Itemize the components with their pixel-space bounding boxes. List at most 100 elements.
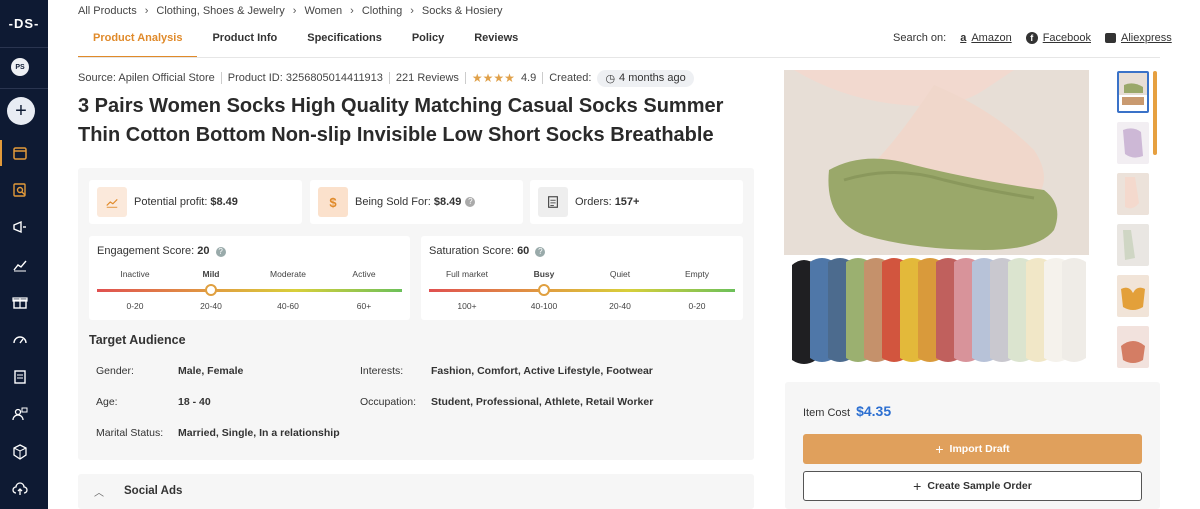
- import-draft-label: Import Draft: [949, 443, 1010, 455]
- engagement-gradient-bar: [97, 289, 402, 292]
- sold-for-card: $ Being Sold For: $8.49 ?: [310, 180, 523, 224]
- aliexpress-link[interactable]: Aliexpress: [1105, 32, 1172, 44]
- facebook-link[interactable]: f Facebook: [1025, 32, 1091, 44]
- saturation-gradient-bar: [429, 289, 735, 292]
- breadcrumb-item[interactable]: Clothing: [362, 5, 402, 17]
- app-logo[interactable]: -DS-: [0, 0, 48, 48]
- megaphone-icon[interactable]: [10, 217, 30, 237]
- breadcrumb-item[interactable]: Women: [304, 5, 342, 17]
- product-id: Product ID: 3256805014411913: [227, 72, 383, 84]
- created-badge: ◷ 4 months ago: [597, 69, 694, 87]
- facebook-link-label: Facebook: [1042, 32, 1091, 44]
- amazon-link[interactable]: a Amazon: [960, 32, 1011, 44]
- tab-specifications[interactable]: Specifications: [292, 26, 397, 58]
- orders-value: 157+: [614, 196, 640, 208]
- divider: [388, 72, 390, 84]
- profit-value: $8.49: [210, 196, 238, 208]
- source-store: Source: Apilen Official Store: [78, 72, 215, 84]
- clipboard-icon: [538, 187, 568, 217]
- range-label: 100+: [457, 301, 477, 311]
- import-draft-button[interactable]: + Import Draft: [803, 434, 1142, 464]
- breadcrumb: All Products › Clothing, Shoes & Jewelry…: [78, 5, 503, 17]
- range-label: 40-60: [277, 301, 299, 311]
- help-icon[interactable]: ?: [465, 197, 476, 207]
- sold-label: Being Sold For:: [355, 196, 431, 208]
- thumbnail[interactable]: [1117, 71, 1149, 113]
- divider: [542, 72, 544, 84]
- tab-product-info[interactable]: Product Info: [197, 26, 292, 58]
- aliexpress-icon: [1105, 33, 1116, 43]
- orders-card: Orders: 157+: [530, 180, 743, 224]
- influencer-icon[interactable]: [10, 404, 30, 424]
- rating-value: 4.9: [520, 72, 537, 84]
- tab-divider: [78, 57, 1160, 58]
- gender-label: Gender:: [96, 365, 134, 377]
- plus-icon: +: [913, 478, 922, 494]
- range-label: 20-40: [200, 301, 222, 311]
- package-icon[interactable]: [10, 442, 30, 462]
- plus-icon: +: [935, 441, 944, 457]
- trend-chart-icon: [97, 187, 127, 217]
- marital-status-label: Marital Status:: [96, 427, 164, 439]
- facebook-icon: f: [1025, 32, 1038, 44]
- help-icon[interactable]: ?: [535, 247, 546, 257]
- thumbnail-scrollbar[interactable]: [1153, 71, 1157, 155]
- store-icon[interactable]: [10, 143, 30, 163]
- level-label: Inactive: [120, 269, 150, 279]
- thumbnail[interactable]: [1117, 173, 1149, 215]
- tab-policy[interactable]: Policy: [397, 26, 459, 58]
- breadcrumb-item[interactable]: All Products: [78, 5, 137, 17]
- add-button[interactable]: +: [7, 97, 35, 125]
- create-sample-order-button[interactable]: + Create Sample Order: [803, 471, 1142, 501]
- level-label-selected: Mild: [202, 269, 220, 279]
- orders-label: Orders:: [575, 196, 612, 208]
- marital-status-value: Married, Single, In a relationship: [178, 427, 340, 439]
- product-main-image[interactable]: [784, 70, 1089, 370]
- level-label: Active: [352, 269, 376, 279]
- tab-product-analysis[interactable]: Product Analysis: [78, 26, 198, 58]
- gender-value: Male, Female: [178, 365, 244, 377]
- item-cost-label: Item Cost: [803, 407, 851, 419]
- saturation-marker: [538, 284, 550, 296]
- breadcrumb-item[interactable]: Clothing, Shoes & Jewelry: [156, 5, 284, 17]
- age-value: 18 - 40: [178, 396, 211, 408]
- range-label: 0-20: [688, 301, 706, 311]
- speedometer-icon[interactable]: [10, 329, 30, 349]
- thumbnail[interactable]: [1117, 275, 1149, 317]
- chevron-right-icon: ›: [292, 5, 297, 17]
- saturation-value: 60: [517, 245, 530, 257]
- rating-stars-icon: ★★★★: [471, 71, 515, 85]
- page-title: 3 Pairs Women Socks High Quality Matchin…: [78, 95, 724, 146]
- occupation-value: Student, Professional, Athlete, Retail W…: [431, 396, 654, 408]
- target-audience-title: Target Audience: [89, 333, 186, 347]
- thumbnail[interactable]: [1117, 326, 1149, 368]
- tab-reviews[interactable]: Reviews: [459, 26, 533, 58]
- chevron-up-icon[interactable]: ︿: [94, 484, 104, 499]
- thumbnail[interactable]: [1117, 122, 1149, 164]
- product-search-icon[interactable]: [10, 180, 30, 200]
- tab-bar: Product Analysis Product Info Specificat…: [78, 26, 533, 58]
- potential-profit-card: Potential profit: $8.49: [89, 180, 302, 224]
- breadcrumb-item[interactable]: Socks & Hosiery: [422, 5, 503, 17]
- thumbnail-strip: [1117, 71, 1149, 377]
- review-count[interactable]: 221 Reviews: [396, 72, 459, 84]
- amazon-link-label: Amazon: [971, 32, 1012, 44]
- help-icon[interactable]: ?: [215, 247, 226, 257]
- search-on: Search on: a Amazon f Facebook Aliexpres…: [893, 32, 1172, 44]
- avatar[interactable]: PS: [11, 58, 29, 76]
- engagement-label-text: Engagement Score:: [97, 245, 195, 257]
- chart-icon[interactable]: [10, 255, 30, 275]
- cloud-upload-icon[interactable]: [10, 479, 30, 499]
- social-ads-section[interactable]: ︿ Social Ads: [78, 474, 754, 509]
- gift-icon[interactable]: [10, 292, 30, 312]
- amazon-icon: a: [960, 32, 967, 44]
- range-label: 20-40: [609, 301, 631, 311]
- create-sample-order-label: Create Sample Order: [927, 480, 1032, 492]
- range-label: 40-100: [530, 301, 558, 311]
- item-cost: Item Cost $4.35: [803, 403, 891, 419]
- social-ads-label: Social Ads: [124, 485, 183, 497]
- receipt-icon[interactable]: [10, 367, 30, 387]
- range-label: 0-20: [126, 301, 144, 311]
- level-label: Moderate: [270, 269, 306, 279]
- thumbnail[interactable]: [1117, 224, 1149, 266]
